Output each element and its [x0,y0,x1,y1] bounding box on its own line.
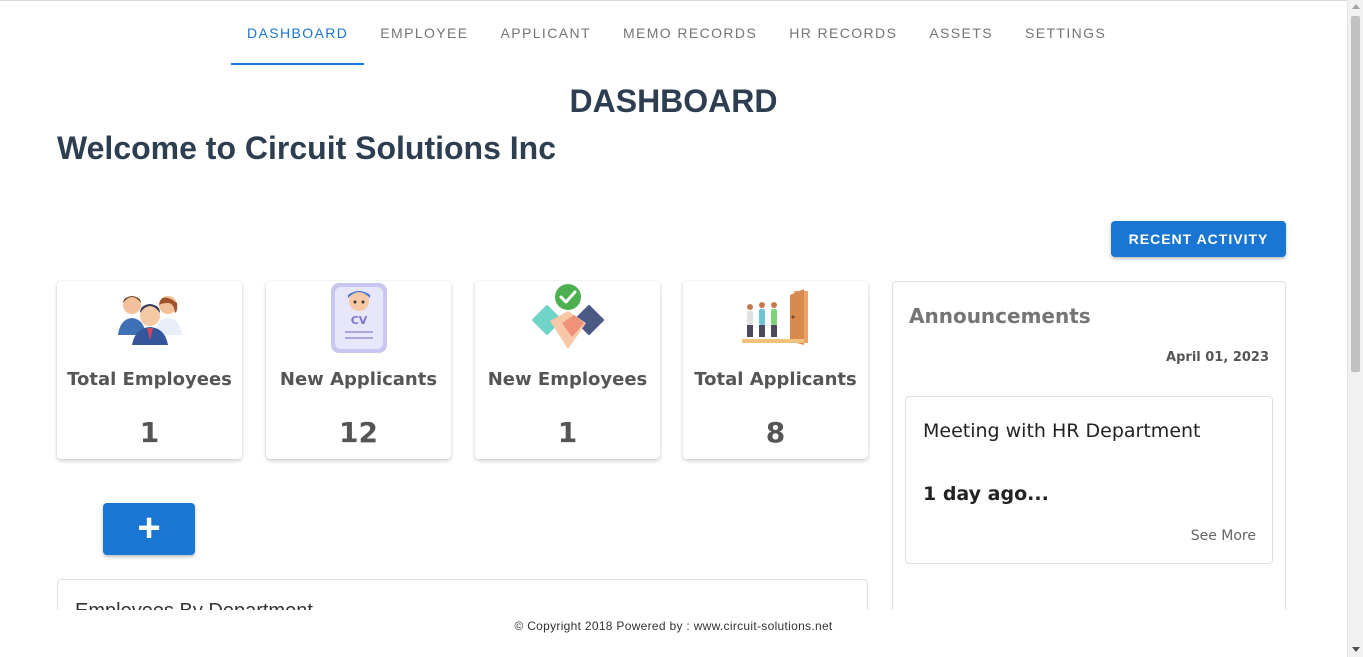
tab-settings[interactable]: SETTINGS [1009,0,1122,66]
waiting-room-icon [741,289,808,345]
department-chart-card: Employees By Department [57,579,868,610]
add-button[interactable]: + [103,503,195,555]
tab-hr-records[interactable]: HR RECORDS [773,0,913,66]
scroll-thumb[interactable] [1351,16,1360,372]
stat-value: 1 [139,416,160,449]
vertical-scrollbar[interactable] [1347,0,1363,657]
recent-activity-button[interactable]: RECENT ACTIVITY [1111,221,1286,257]
stat-card-total-applicants[interactable]: Total Applicants 8 [683,281,868,459]
tab-employee[interactable]: EMPLOYEE [364,0,484,66]
footer: © Copyright 2018 Powered by : www.circui… [0,610,1347,657]
stat-card-new-applicants[interactable]: CV New Applicants 12 [266,281,451,459]
announcement-time: 1 day ago... [923,483,1049,505]
announcement-title: Meeting with HR Department [923,420,1201,442]
stat-label: New Employees [487,369,648,390]
stat-label: New Applicants [279,369,438,390]
announcements-panel: Announcements April 01, 2023 Meeting wit… [892,281,1286,610]
tab-dashboard[interactable]: DASHBOARD [231,0,365,66]
svg-text:CV: CV [350,314,367,327]
page-title: DASHBOARD [569,83,778,119]
see-more-link[interactable]: See More [1191,528,1256,544]
welcome-heading: Welcome to Circuit Solutions Inc [57,130,557,166]
main-nav: DASHBOARD EMPLOYEE APPLICANT MEMO RECORD… [231,0,1122,66]
scroll-down-icon[interactable] [1352,647,1360,652]
announcements-title: Announcements [909,304,1091,328]
stat-card-new-employees[interactable]: New Employees 1 [475,281,660,459]
stat-value: 1 [557,416,578,449]
stat-card-total-employees[interactable]: Total Employees 1 [57,281,242,459]
tab-applicant[interactable]: APPLICANT [485,0,607,66]
cv-document-icon: CV [330,283,387,353]
handshake-icon [531,284,604,349]
employees-group-icon [117,296,182,345]
department-chart-title: Employees By Department [75,600,313,610]
announcements-date: April 01, 2023 [1166,350,1269,365]
tab-assets[interactable]: ASSETS [913,0,1009,66]
announcement-item: Meeting with HR Department 1 day ago... … [905,396,1273,564]
stat-label: Total Employees [67,369,232,390]
copyright-text: © Copyright 2018 Powered by : www.circui… [514,619,833,633]
scroll-up-icon[interactable] [1352,4,1360,9]
stat-label: Total Applicants [694,369,857,390]
tab-memo-records[interactable]: MEMO RECORDS [607,0,773,66]
stat-value: 12 [339,416,378,449]
stat-value: 8 [765,416,786,449]
